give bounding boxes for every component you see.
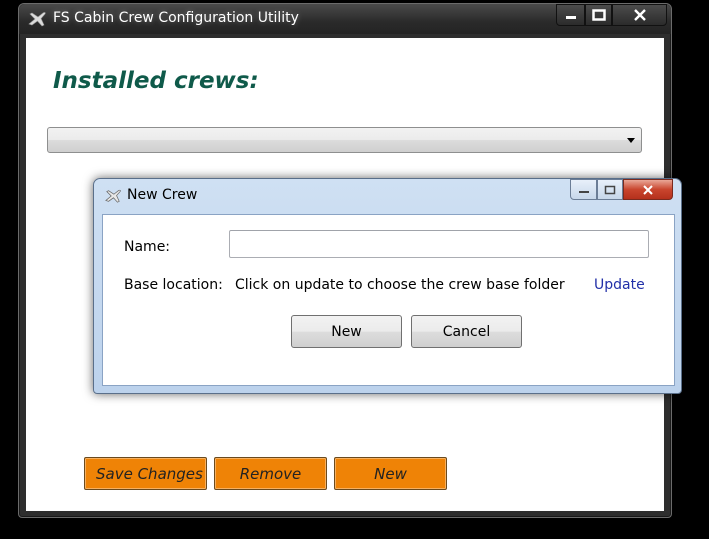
dialog-cancel-button[interactable]: Cancel [411,315,522,348]
airplane-icon [28,12,46,27]
update-link[interactable]: Update [594,277,645,293]
dialog-maximize-button[interactable] [597,179,623,200]
main-titlebar[interactable]: FS Cabin Crew Configuration Utility [19,4,671,34]
maximize-icon [591,9,606,21]
maximize-icon [604,185,616,194]
dialog-title: New Crew [127,187,198,203]
dialog-content: Name: Base location: Click on update to … [102,214,675,386]
dialog-close-button[interactable] [623,179,673,200]
name-label: Name: [124,239,171,255]
save-changes-button[interactable]: Save Changes [84,457,207,490]
close-icon [633,9,646,21]
chevron-down-icon [627,138,635,143]
maximize-button[interactable] [585,4,612,26]
caption-buttons [556,4,667,26]
window-title: FS Cabin Crew Configuration Utility [53,10,299,26]
close-button[interactable] [612,4,667,26]
new-crew-dialog: New Crew Name: Base location: Click on u… [93,178,682,394]
remove-button[interactable]: Remove [214,457,327,490]
minimize-button[interactable] [556,4,585,26]
dialog-new-button[interactable]: New [291,315,402,348]
close-icon [643,184,653,195]
minimize-icon [565,16,576,19]
name-field[interactable] [229,230,649,258]
airplane-icon [105,189,121,203]
dialog-caption-buttons [570,179,673,201]
crew-select[interactable] [47,127,642,153]
dialog-minimize-button[interactable] [570,179,597,200]
base-location-value: Click on update to choose the crew base … [235,277,565,293]
minimize-icon [578,190,589,193]
installed-crews-heading: Installed crews: [53,68,259,94]
new-crew-button[interactable]: New [334,457,447,490]
base-location-label: Base location: [124,277,223,293]
